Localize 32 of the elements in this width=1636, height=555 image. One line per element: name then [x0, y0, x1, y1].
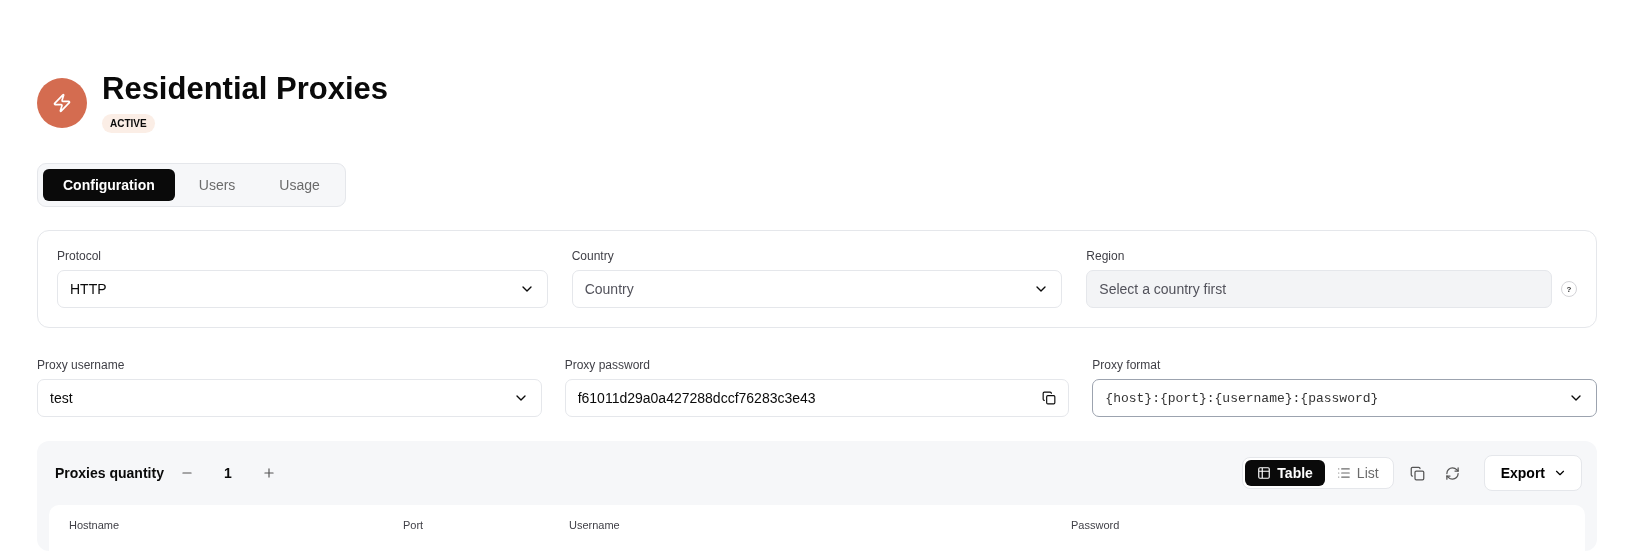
- lightning-icon: [52, 93, 72, 113]
- tab[interactable]: Users: [178, 169, 256, 201]
- quantity-value: 1: [222, 465, 233, 481]
- select-field[interactable]: HTTP: [57, 270, 548, 308]
- table-icon: [1257, 466, 1272, 480]
- field-label: Region: [1086, 249, 1126, 263]
- input-field[interactable]: f61011d29a0a427288dccf76283c3e43: [564, 379, 1070, 417]
- copy-icon: [1409, 465, 1425, 481]
- copy-icon[interactable]: [1042, 391, 1057, 405]
- refresh-icon: [1444, 465, 1460, 481]
- column-header: Port: [403, 519, 425, 531]
- field-label: Protocol: [57, 249, 103, 263]
- column-header: Username: [569, 519, 621, 531]
- field-label: Proxy password: [564, 358, 652, 372]
- field-label: Proxy username: [37, 358, 126, 372]
- quantity-label: Proxies quantity: [55, 465, 164, 481]
- column-header: Password: [1071, 519, 1121, 531]
- plus-icon: [261, 466, 276, 480]
- field-label: Country: [571, 249, 615, 263]
- field-label: Proxy format: [1092, 358, 1162, 372]
- status-badge: ACTIVE: [102, 114, 155, 133]
- column-header: Hostname: [69, 519, 121, 531]
- list-icon: [1336, 466, 1351, 480]
- tab[interactable]: Usage: [259, 169, 340, 201]
- select-field[interactable]: Country: [571, 270, 1063, 308]
- view-mode-button[interactable]: List: [1324, 460, 1391, 486]
- select-field[interactable]: {host}:{port}:{username}:{password}: [1092, 379, 1597, 417]
- page-title: Residential Proxies: [102, 70, 388, 108]
- tab[interactable]: Configuration: [43, 169, 175, 201]
- select-field[interactable]: test: [37, 379, 542, 417]
- view-mode-button[interactable]: Table: [1245, 460, 1325, 486]
- export-button[interactable]: Export: [1483, 455, 1582, 491]
